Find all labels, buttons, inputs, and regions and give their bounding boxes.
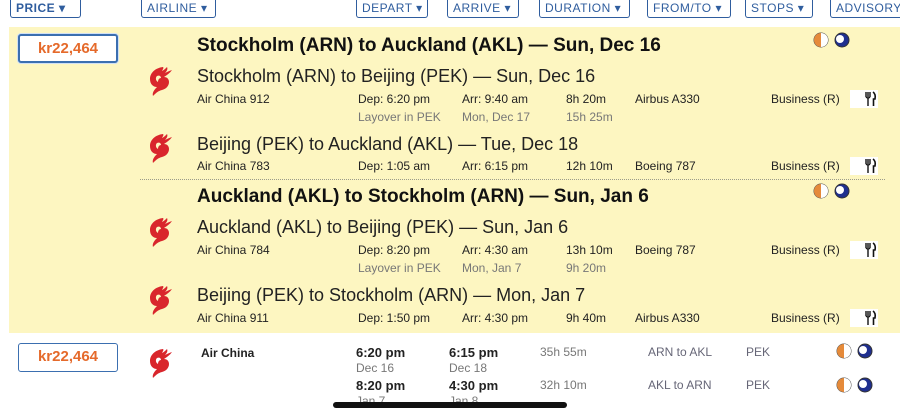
sort-stops-button[interactable]: STOPS ▾ [745,0,813,18]
arrival-time: Arr: 6:15 pm [462,159,529,173]
fork-knife-icon [850,309,878,327]
outbound-arrival-date: Dec 18 [449,361,488,375]
aircraft-type: Airbus A330 [635,92,700,106]
arrival-time: Arr: 4:30 am [462,243,529,257]
home-indicator[interactable] [333,402,567,408]
departure-time: Dep: 8:20 pm [358,243,431,257]
return-total-duration: 32h 10m [540,378,587,392]
outbound-total-duration: 35h 55m [540,345,587,359]
segment-route: Beijing (PEK) to Auckland (AKL) — Tue, D… [197,134,579,154]
flight-number: Air China 911 [197,311,269,325]
segment-duration: 9h 40m [566,311,607,325]
flight-number: Air China 912 [197,92,270,106]
outbound-departure-date: Dec 16 [356,361,395,375]
outbound-departure: 6:20 pm [356,345,406,360]
day-night-icon [836,343,852,359]
return-stop: PEK [746,378,771,392]
cabin-class: Business (R) [771,92,840,106]
outbound-title: Stockholm (ARN) to Auckland (AKL) — Sun,… [197,35,661,56]
layover-duration: 9h 20m [566,261,607,275]
airline-name[interactable]: Air China [201,346,254,360]
sort-depart-button[interactable]: DEPART ▾ [356,0,428,18]
flight-number: Air China 784 [197,243,270,257]
segment-duration: 13h 10m [566,243,613,257]
air-china-logo-icon [143,215,177,249]
sort-advisory-button[interactable]: ADVISORY [830,0,900,18]
layover-date: Mon, Dec 17 [462,110,531,124]
segment-route: Beijing (PEK) to Stockholm (ARN) — Mon, … [197,285,586,305]
return-arrival: 4:30 pm [449,378,499,393]
sort-fromto-button[interactable]: FROM/TO ▾ [647,0,731,18]
departure-time: Dep: 1:05 am [358,159,431,173]
return-title: Auckland (AKL) to Stockholm (ARN) — Sun,… [197,186,649,207]
night-icon [857,343,873,359]
segment-route: Stockholm (ARN) to Beijing (PEK) — Sun, … [197,66,596,86]
return-route: AKL to ARN [648,378,712,392]
segment-route: Auckland (AKL) to Beijing (PEK) — Sun, J… [197,217,569,237]
fork-knife-icon [850,90,878,108]
day-night-icon [813,32,829,48]
sort-arrive-button[interactable]: ARRIVE ▾ [447,0,519,18]
air-china-logo-icon [143,64,177,98]
air-china-logo-icon [143,346,177,380]
cabin-class: Business (R) [771,159,840,173]
aircraft-type: Boeing 787 [635,243,696,257]
sort-header: PRICE ▾ AIRLINE ▾ DEPART ▾ ARRIVE ▾ DURA… [0,0,900,26]
cabin-class: Business (R) [771,311,840,325]
fork-knife-icon [850,157,878,175]
result-price-button[interactable]: kr22,464 [18,343,118,372]
fork-knife-icon [850,241,878,259]
night-icon [834,32,850,48]
day-night-icon [813,183,829,199]
night-icon [857,377,873,393]
sort-airline-button[interactable]: AIRLINE ▾ [141,0,216,18]
segment-duration: 12h 10m [566,159,613,173]
segment-duration: 8h 20m [566,92,607,106]
return-departure: 8:20 pm [356,378,406,393]
aircraft-type: Airbus A330 [635,311,700,325]
layover-duration: 15h 25m [566,110,613,124]
arrival-time: Arr: 4:30 pm [462,311,529,325]
outbound-arrival: 6:15 pm [449,345,499,360]
layover-date: Mon, Jan 7 [462,261,522,275]
air-china-logo-icon [143,283,177,317]
day-night-icon [836,377,852,393]
arrival-time: Arr: 9:40 am [462,92,529,106]
sort-duration-button[interactable]: DURATION ▾ [539,0,630,18]
layover-label: Layover in PEK [358,110,441,124]
departure-time: Dep: 1:50 pm [358,311,431,325]
outbound-stop: PEK [746,345,771,359]
night-icon [834,183,850,199]
outbound-route: ARN to AKL [648,345,713,359]
air-china-logo-icon [143,131,177,165]
cabin-class: Business (R) [771,243,840,257]
aircraft-type: Boeing 787 [635,159,696,173]
sort-price-button[interactable]: PRICE ▾ [10,0,81,18]
layover-label: Layover in PEK [358,261,441,275]
departure-time: Dep: 6:20 pm [358,92,431,106]
leg-divider [140,179,885,180]
flight-number: Air China 783 [197,159,270,173]
selected-price-button[interactable]: kr22,464 [18,34,118,63]
